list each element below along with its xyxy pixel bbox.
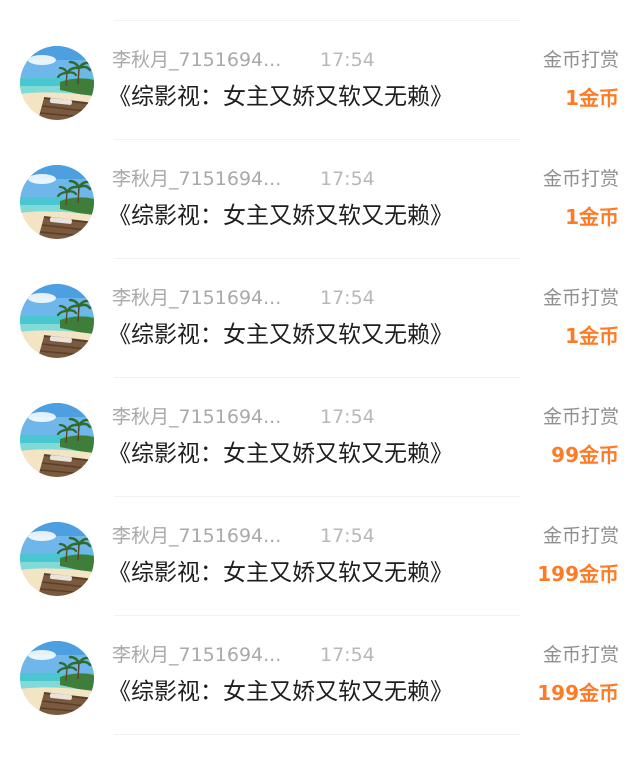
book-title[interactable]: 《综影视：女主又娇又软又无赖》 <box>108 320 453 350</box>
reward-item[interactable]: 李秋月_7151694... 17:54 《综影视：女主又娇又软又无赖》 金币打… <box>0 163 640 281</box>
book-title[interactable]: 《综影视：女主又娇又软又无赖》 <box>108 82 453 112</box>
divider <box>114 615 520 616</box>
divider <box>114 139 520 140</box>
reward-item[interactable]: 李秋月_7151694... 17:54 《综影视：女主又娇又软又无赖》 金币打… <box>0 282 640 400</box>
divider <box>114 734 520 735</box>
beach-avatar-icon <box>20 522 94 596</box>
book-title[interactable]: 《综影视：女主又娇又软又无赖》 <box>108 558 453 588</box>
username[interactable]: 李秋月_7151694... <box>112 524 281 548</box>
divider <box>114 377 520 378</box>
reward-amount: 1金币 <box>565 205 619 229</box>
timestamp: 17:54 <box>320 287 375 309</box>
reward-type-label: 金币打赏 <box>542 525 619 547</box>
avatar[interactable] <box>20 522 94 596</box>
username[interactable]: 李秋月_7151694... <box>112 48 281 72</box>
reward-amount: 199金币 <box>537 681 619 705</box>
reward-amount: 99金币 <box>551 443 619 467</box>
reward-item[interactable]: 李秋月_7151694... 17:54 《综影视：女主又娇又软又无赖》 金币打… <box>0 401 640 519</box>
book-title[interactable]: 《综影视：女主又娇又软又无赖》 <box>108 201 453 231</box>
username[interactable]: 李秋月_7151694... <box>112 167 281 191</box>
avatar[interactable] <box>20 284 94 358</box>
beach-avatar-icon <box>20 641 94 715</box>
divider <box>114 20 520 21</box>
reward-list: 李秋月_7151694... 17:54 《综影视：女主又娇又软又无赖》 金币打… <box>0 0 640 742</box>
reward-type-label: 金币打赏 <box>542 287 619 309</box>
timestamp: 17:54 <box>320 525 375 547</box>
username[interactable]: 李秋月_7151694... <box>112 405 281 429</box>
beach-avatar-icon <box>20 46 94 120</box>
reward-amount: 1金币 <box>565 324 619 348</box>
username[interactable]: 李秋月_7151694... <box>112 286 281 310</box>
reward-amount: 199金币 <box>537 562 619 586</box>
reward-type-label: 金币打赏 <box>542 406 619 428</box>
avatar[interactable] <box>20 165 94 239</box>
beach-avatar-icon <box>20 165 94 239</box>
timestamp: 17:54 <box>320 644 375 666</box>
beach-avatar-icon <box>20 284 94 358</box>
reward-type-label: 金币打赏 <box>542 49 619 71</box>
divider <box>114 258 520 259</box>
book-title[interactable]: 《综影视：女主又娇又软又无赖》 <box>108 439 453 469</box>
reward-item[interactable]: 李秋月_7151694... 17:54 《综影视：女主又娇又软又无赖》 金币打… <box>0 639 640 757</box>
divider <box>114 496 520 497</box>
avatar[interactable] <box>20 403 94 477</box>
reward-item[interactable]: 李秋月_7151694... 17:54 《综影视：女主又娇又软又无赖》 金币打… <box>0 44 640 162</box>
book-title[interactable]: 《综影视：女主又娇又软又无赖》 <box>108 677 453 707</box>
reward-type-label: 金币打赏 <box>542 168 619 190</box>
reward-amount: 1金币 <box>565 86 619 110</box>
beach-avatar-icon <box>20 403 94 477</box>
avatar[interactable] <box>20 46 94 120</box>
timestamp: 17:54 <box>320 49 375 71</box>
timestamp: 17:54 <box>320 406 375 428</box>
username[interactable]: 李秋月_7151694... <box>112 643 281 667</box>
timestamp: 17:54 <box>320 168 375 190</box>
reward-item[interactable]: 李秋月_7151694... 17:54 《综影视：女主又娇又软又无赖》 金币打… <box>0 520 640 638</box>
reward-type-label: 金币打赏 <box>542 644 619 666</box>
avatar[interactable] <box>20 641 94 715</box>
